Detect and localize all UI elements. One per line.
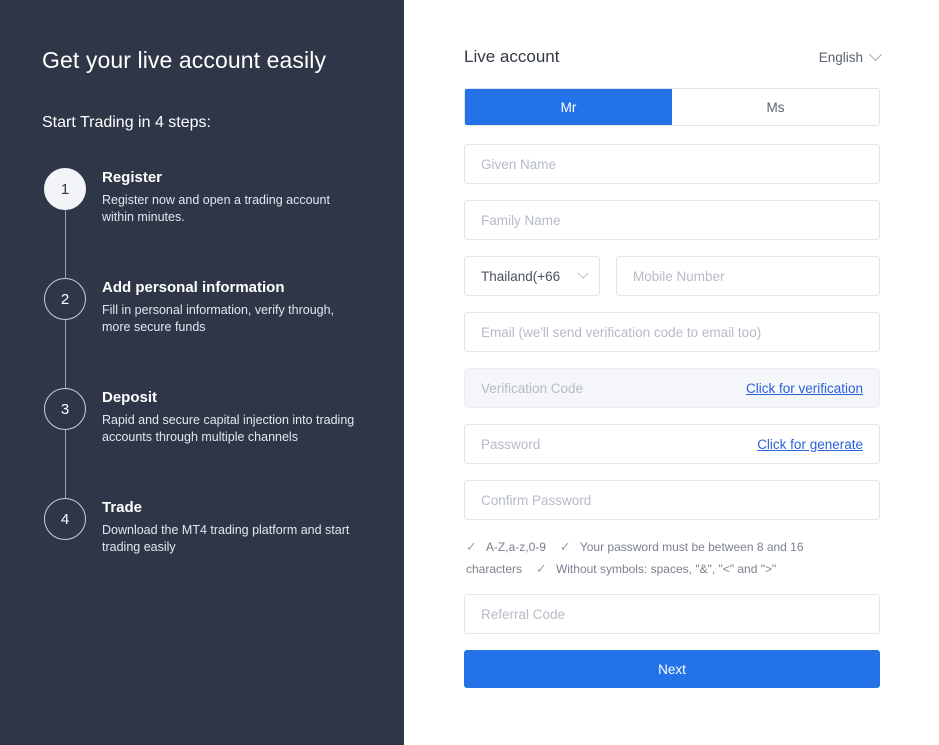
step-title: Deposit — [102, 389, 362, 407]
password-requirement-text: Without symbols: spaces, "&", "<" and ">… — [556, 562, 776, 576]
referral-code-field[interactable]: Referral Code — [464, 594, 880, 634]
form-header: Live account English — [464, 44, 880, 70]
confirm-password-field[interactable]: Confirm Password — [464, 480, 880, 520]
salutation-option-ms[interactable]: Ms — [672, 89, 879, 125]
step-number-badge: 3 — [44, 388, 86, 430]
step-number-badge: 4 — [44, 498, 86, 540]
registration-page: Get your live account easily Start Tradi… — [0, 0, 939, 745]
step-number-badge: 2 — [44, 278, 86, 320]
check-icon: ✓ — [466, 539, 477, 554]
step-description: Register now and open a trading account … — [102, 192, 362, 226]
referral-code-placeholder: Referral Code — [481, 607, 863, 622]
step-text: Add personal information Fill in persona… — [102, 278, 362, 336]
step-title: Trade — [102, 499, 362, 517]
mobile-number-field[interactable]: Mobile Number — [616, 256, 880, 296]
step-connector-line — [65, 430, 66, 498]
chevron-down-icon — [577, 268, 588, 279]
phone-row: Thailand(+66 Mobile Number — [464, 256, 880, 296]
step-text: Trade Download the MT4 trading platform … — [102, 498, 362, 556]
step-title: Add personal information — [102, 279, 362, 297]
given-name-placeholder: Given Name — [481, 157, 863, 172]
registration-form-panel: Live account English Mr Ms Given Name Fa… — [404, 0, 939, 745]
promo-panel: Get your live account easily Start Tradi… — [0, 0, 404, 745]
check-icon: ✓ — [560, 539, 571, 554]
step-title: Register — [102, 169, 362, 187]
confirm-password-placeholder: Confirm Password — [481, 493, 863, 508]
verification-code-field[interactable]: Verification Code Click for verification — [464, 368, 880, 408]
click-for-generate-link[interactable]: Click for generate — [757, 437, 863, 452]
steps-list: 1 Register Register now and open a tradi… — [44, 168, 374, 556]
salutation-toggle: Mr Ms — [464, 88, 880, 126]
password-requirement-item: ✓ Without symbols: spaces, "&", "<" and "… — [536, 562, 790, 576]
verification-code-placeholder: Verification Code — [481, 381, 736, 396]
step-text: Register Register now and open a trading… — [102, 168, 362, 226]
language-selector-label: English — [819, 50, 863, 65]
step-number-badge: 1 — [44, 168, 86, 210]
step-description: Rapid and secure capital injection into … — [102, 412, 362, 446]
step-item-2: 2 Add personal information Fill in perso… — [44, 278, 374, 388]
given-name-field[interactable]: Given Name — [464, 144, 880, 184]
step-text: Deposit Rapid and secure capital injecti… — [102, 388, 362, 446]
password-requirements: ✓A-Z,a-z,0-9✓Your password must be betwe… — [466, 536, 882, 580]
country-code-value: Thailand(+66 — [481, 269, 560, 284]
password-placeholder: Password — [481, 437, 747, 452]
step-description: Fill in personal information, verify thr… — [102, 302, 362, 336]
password-requirement-item: ✓ A-Z,a-z,0-9 — [466, 540, 560, 554]
family-name-field[interactable]: Family Name — [464, 200, 880, 240]
email-placeholder: Email (we'll send verification code to e… — [481, 325, 863, 340]
step-description: Download the MT4 trading platform and st… — [102, 522, 362, 556]
step-item-1: 1 Register Register now and open a tradi… — [44, 168, 374, 278]
family-name-placeholder: Family Name — [481, 213, 863, 228]
next-button[interactable]: Next — [464, 650, 880, 688]
salutation-option-mr[interactable]: Mr — [465, 89, 672, 125]
email-field[interactable]: Email (we'll send verification code to e… — [464, 312, 880, 352]
language-selector[interactable]: English — [819, 50, 880, 65]
step-connector-line — [65, 320, 66, 388]
promo-headline: Get your live account easily — [42, 47, 326, 74]
chevron-down-icon — [869, 48, 882, 61]
password-requirement-text: A-Z,a-z,0-9 — [486, 540, 546, 554]
step-connector-line — [65, 210, 66, 278]
country-code-select[interactable]: Thailand(+66 — [464, 256, 600, 296]
registration-form: Live account English Mr Ms Given Name Fa… — [464, 44, 880, 688]
check-icon: ✓ — [536, 561, 547, 576]
step-item-4: 4 Trade Download the MT4 trading platfor… — [44, 498, 374, 556]
password-field[interactable]: Password Click for generate — [464, 424, 880, 464]
promo-subheadline: Start Trading in 4 steps: — [42, 114, 211, 132]
click-for-verification-link[interactable]: Click for verification — [746, 381, 863, 396]
mobile-number-placeholder: Mobile Number — [633, 269, 863, 284]
step-item-3: 3 Deposit Rapid and secure capital injec… — [44, 388, 374, 498]
page-title: Live account — [464, 47, 559, 67]
